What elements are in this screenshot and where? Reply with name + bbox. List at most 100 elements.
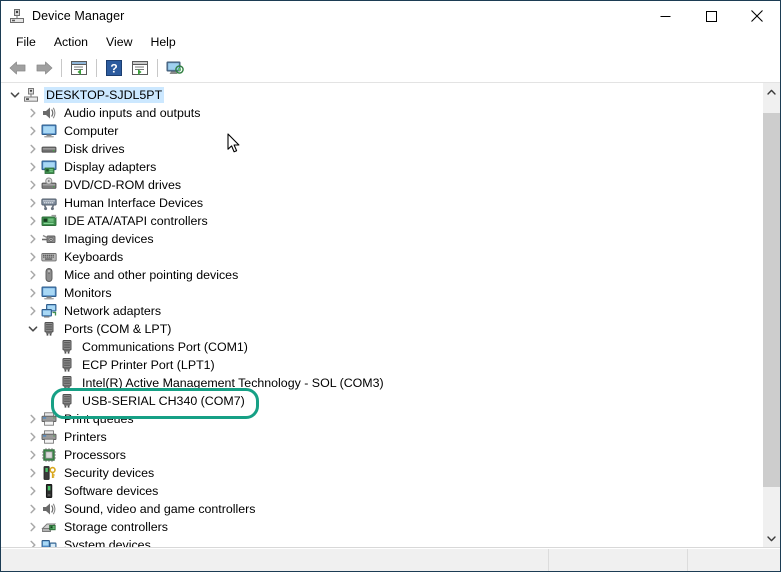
printer-icon (41, 429, 57, 445)
tree-item-intel-r-active-management-technology-sol-com3[interactable]: Intel(R) Active Management Technology - … (1, 374, 762, 392)
tree-item-label: Human Interface Devices (64, 196, 204, 210)
tree-item-network-adapters[interactable]: Network adapters (1, 302, 762, 320)
chevron-right-icon[interactable] (25, 302, 41, 320)
scan-hardware-icon[interactable] (162, 56, 188, 80)
software-device-icon (41, 483, 57, 499)
chevron-right-icon[interactable] (25, 140, 41, 158)
chevron-right-icon[interactable] (25, 176, 41, 194)
port-icon (41, 321, 57, 337)
title-bar: Device Manager (1, 1, 780, 31)
properties-icon[interactable] (66, 56, 92, 80)
menu-help[interactable]: Help (141, 34, 184, 51)
svg-text:?: ? (110, 62, 117, 76)
tree-item-sound-video-and-game-controllers[interactable]: Sound, video and game controllers (1, 500, 762, 518)
storage-controller-icon (41, 519, 57, 535)
tree-item-printers[interactable]: Printers (1, 428, 762, 446)
scroll-down-button[interactable] (763, 530, 780, 547)
chevron-right-icon[interactable] (25, 500, 41, 518)
port-icon (59, 393, 75, 409)
tree-item-communications-port-com1[interactable]: Communications Port (COM1) (1, 338, 762, 356)
chevron-right-icon[interactable] (25, 284, 41, 302)
tree-item-monitors[interactable]: Monitors (1, 284, 762, 302)
system-device-icon (41, 537, 57, 547)
tree-item-label: Audio inputs and outputs (64, 106, 201, 120)
maximize-button[interactable] (688, 1, 734, 31)
disk-icon (41, 141, 57, 157)
tree-item-audio-inputs-and-outputs[interactable]: Audio inputs and outputs (1, 104, 762, 122)
tree-item-label: Software devices (64, 484, 159, 498)
chevron-right-icon[interactable] (25, 518, 41, 536)
vertical-scrollbar[interactable] (762, 83, 780, 547)
device-manager-window: Device Manager File Action View Help ? D… (0, 0, 781, 572)
tree-item-keyboards[interactable]: Keyboards (1, 248, 762, 266)
toolbar-separator (61, 59, 62, 77)
tree-item-usb-serial-ch340-com7[interactable]: USB-SERIAL CH340 (COM7) (1, 392, 762, 410)
tree-twisty-placeholder (43, 374, 59, 392)
menu-action[interactable]: Action (45, 34, 97, 51)
tree-item-print-queues[interactable]: Print queues (1, 410, 762, 428)
chevron-right-icon[interactable] (25, 464, 41, 482)
chevron-right-icon[interactable] (25, 194, 41, 212)
tree-item-software-devices[interactable]: Software devices (1, 482, 762, 500)
tree-item-processors[interactable]: Processors (1, 446, 762, 464)
scroll-thumb[interactable] (763, 112, 780, 487)
tree-item-dvd-cd-rom-drives[interactable]: DVD/CD-ROM drives (1, 176, 762, 194)
tree-item-label: ECP Printer Port (LPT1) (82, 358, 215, 372)
tree-item-ecp-printer-port-lpt1[interactable]: ECP Printer Port (LPT1) (1, 356, 762, 374)
scroll-up-button[interactable] (763, 83, 780, 100)
tree-item-label: Communications Port (COM1) (82, 340, 248, 354)
status-bar (1, 548, 780, 571)
chevron-right-icon[interactable] (25, 122, 41, 140)
tree-item-computer[interactable]: Computer (1, 122, 762, 140)
tree-item-label: Storage controllers (64, 520, 168, 534)
tree-item-label: IDE ATA/ATAPI controllers (64, 214, 208, 228)
tree-item-imaging-devices[interactable]: Imaging devices (1, 230, 762, 248)
display-adapter-icon (41, 159, 57, 175)
chevron-right-icon[interactable] (25, 482, 41, 500)
tree-item-display-adapters[interactable]: Display adapters (1, 158, 762, 176)
tree-item-label: System devices (64, 538, 151, 547)
update-driver-icon[interactable] (127, 56, 153, 80)
menu-view[interactable]: View (97, 34, 141, 51)
back-icon[interactable] (5, 56, 31, 80)
chevron-down-icon[interactable] (25, 320, 41, 338)
tree-item-desktop-sjdl5pt[interactable]: DESKTOP-SJDL5PT (1, 86, 762, 104)
device-tree-pane[interactable]: DESKTOP-SJDL5PT Audio inputs and outputs C… (1, 83, 762, 547)
menu-bar: File Action View Help (1, 31, 780, 54)
forward-icon[interactable] (31, 56, 57, 80)
port-icon (59, 357, 75, 373)
hid-icon (41, 195, 57, 211)
chevron-right-icon[interactable] (25, 536, 41, 547)
tree-item-ports-com-lpt[interactable]: Ports (COM & LPT) (1, 320, 762, 338)
chevron-right-icon[interactable] (25, 104, 41, 122)
close-button[interactable] (734, 1, 780, 31)
chevron-down-icon[interactable] (7, 86, 23, 104)
imaging-icon (41, 231, 57, 247)
tree-item-mice-and-other-pointing-devices[interactable]: Mice and other pointing devices (1, 266, 762, 284)
chevron-right-icon[interactable] (25, 248, 41, 266)
chevron-right-icon[interactable] (25, 410, 41, 428)
menu-file[interactable]: File (7, 34, 45, 51)
tree-item-storage-controllers[interactable]: Storage controllers (1, 518, 762, 536)
minimize-button[interactable] (642, 1, 688, 31)
tree-item-label: Mice and other pointing devices (64, 268, 239, 282)
mouse-icon (41, 267, 57, 283)
tree-item-system-devices[interactable]: System devices (1, 536, 762, 547)
tree-item-label: Network adapters (64, 304, 162, 318)
chevron-right-icon[interactable] (25, 428, 41, 446)
tree-item-security-devices[interactable]: Security devices (1, 464, 762, 482)
tree-item-disk-drives[interactable]: Disk drives (1, 140, 762, 158)
chevron-right-icon[interactable] (25, 266, 41, 284)
chevron-right-icon[interactable] (25, 212, 41, 230)
chevron-right-icon[interactable] (25, 446, 41, 464)
tree-item-human-interface-devices[interactable]: Human Interface Devices (1, 194, 762, 212)
tree-item-label: Security devices (64, 466, 155, 480)
help-icon[interactable]: ? (101, 56, 127, 80)
chevron-right-icon[interactable] (25, 158, 41, 176)
tree-item-label: Printers (64, 430, 107, 444)
tree-item-label: DESKTOP-SJDL5PT (44, 87, 165, 103)
scroll-track[interactable] (763, 100, 780, 530)
chevron-right-icon[interactable] (25, 230, 41, 248)
tree-item-ide-ata-atapi-controllers[interactable]: IDE ATA/ATAPI controllers (1, 212, 762, 230)
tree-item-label: Intel(R) Active Management Technology - … (82, 376, 384, 390)
